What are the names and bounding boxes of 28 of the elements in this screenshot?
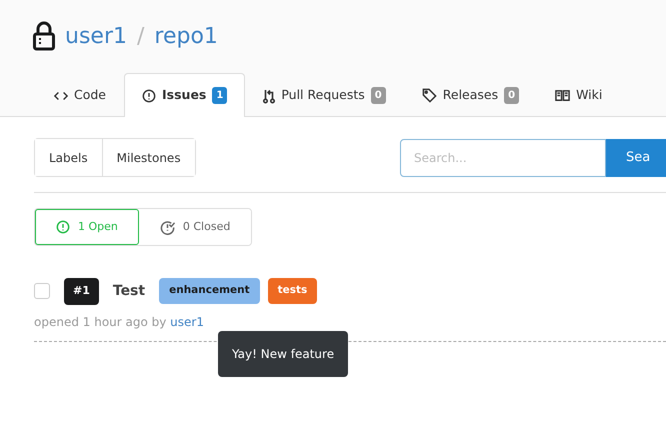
issue-number: #1 bbox=[64, 278, 99, 304]
checkbox[interactable] bbox=[34, 283, 50, 300]
submit-button[interactable]: Sea bbox=[606, 138, 666, 176]
issue-icon bbox=[56, 220, 70, 234]
repo-link[interactable]: repo1 bbox=[154, 20, 218, 52]
check-circle-icon bbox=[160, 220, 175, 234]
tag-icon bbox=[422, 88, 437, 103]
issue-label: enhancement bbox=[159, 278, 260, 304]
owner-link[interactable]: user1 bbox=[65, 20, 127, 52]
count-badge: 0 bbox=[504, 87, 520, 104]
author-link[interactable]: user1 bbox=[170, 314, 204, 328]
path-separator: / bbox=[136, 22, 144, 50]
pull-request-icon bbox=[263, 88, 276, 104]
search-field[interactable]: Search... bbox=[400, 138, 606, 176]
tab[interactable]: Wiki bbox=[537, 73, 620, 117]
issue-meta: opened 1 hour ago by bbox=[34, 314, 168, 328]
tab[interactable]: Issues 1 bbox=[124, 73, 246, 117]
count-badge: 1 bbox=[212, 87, 228, 104]
filter-button[interactable]: Milestones bbox=[102, 139, 195, 176]
tab[interactable]: Pull Requests 0 bbox=[245, 73, 404, 117]
issue-title[interactable]: Test bbox=[112, 280, 146, 302]
count-badge: 0 bbox=[370, 87, 386, 104]
tab[interactable]: Code bbox=[36, 73, 124, 117]
issue-label: tests bbox=[268, 278, 318, 304]
tooltip: Yay! New feature bbox=[218, 331, 348, 377]
tab[interactable]: Releases 0 bbox=[404, 73, 538, 117]
book-icon bbox=[555, 89, 570, 102]
issue-icon bbox=[142, 88, 156, 102]
